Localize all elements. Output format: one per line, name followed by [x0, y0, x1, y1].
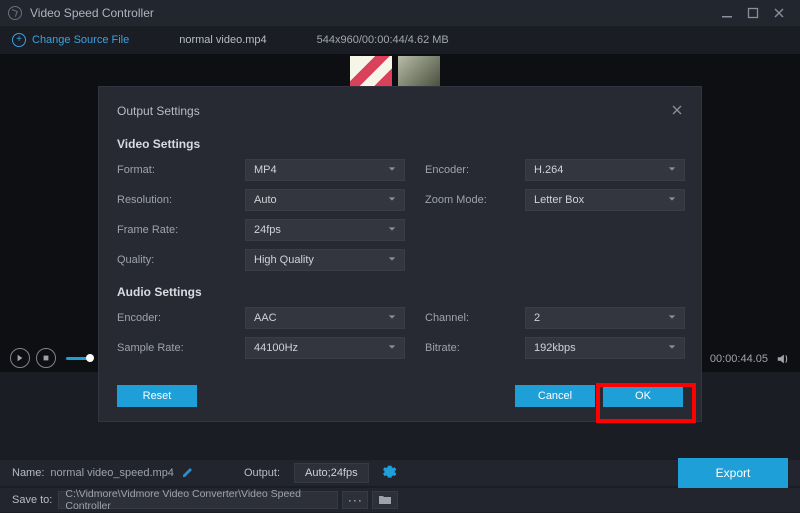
chevron-down-icon	[668, 342, 676, 354]
saveto-path[interactable]: C:\Vidmore\Vidmore Video Converter\Video…	[58, 491, 338, 509]
chevron-down-icon	[388, 342, 396, 354]
maximize-button[interactable]	[740, 4, 766, 22]
cancel-button[interactable]: Cancel	[515, 385, 595, 407]
audio-encoder-select[interactable]: AAC	[245, 307, 405, 329]
dialog-close-button[interactable]	[671, 104, 683, 119]
source-toolbar: + Change Source File normal video.mp4 54…	[0, 26, 800, 54]
output-settings-dialog: Output Settings Video Settings Format: M…	[98, 86, 702, 422]
browse-path-button[interactable]: ···	[342, 491, 368, 509]
chevron-down-icon	[668, 312, 676, 324]
change-source-button[interactable]: + Change Source File	[12, 33, 129, 47]
volume-icon[interactable]	[776, 352, 790, 366]
encoder-label: Encoder:	[425, 164, 505, 176]
zoom-mode-select[interactable]: Letter Box	[525, 189, 685, 211]
bottom-bar-2: Save to: C:\Vidmore\Vidmore Video Conver…	[0, 488, 800, 512]
chevron-down-icon	[388, 224, 396, 236]
samplerate-label: Sample Rate:	[117, 342, 225, 354]
change-source-label: Change Source File	[32, 34, 129, 46]
stop-button[interactable]	[36, 348, 56, 368]
player-controls	[10, 348, 90, 368]
output-label: Output:	[244, 467, 280, 479]
play-button[interactable]	[10, 348, 30, 368]
close-button[interactable]	[766, 4, 792, 22]
output-format-select[interactable]: Auto;24fps	[294, 463, 369, 483]
plus-circle-icon: +	[12, 33, 26, 47]
resolution-select[interactable]: Auto	[245, 189, 405, 211]
channel-select[interactable]: 2	[525, 307, 685, 329]
quality-select[interactable]: High Quality	[245, 249, 405, 271]
duration-text: 00:00:44.05	[710, 353, 768, 365]
chevron-down-icon	[388, 312, 396, 324]
app-title: Video Speed Controller	[30, 6, 154, 20]
name-value: normal video_speed.mp4	[50, 467, 174, 479]
audio-encoder-label: Encoder:	[117, 312, 225, 324]
thumbnail	[350, 56, 392, 86]
name-label: Name:	[12, 467, 44, 479]
format-label: Format:	[117, 164, 225, 176]
video-encoder-select[interactable]: H.264	[525, 159, 685, 181]
chevron-down-icon	[388, 254, 396, 266]
seek-slider[interactable]	[66, 357, 90, 360]
saveto-label: Save to:	[12, 494, 52, 506]
framerate-select[interactable]: 24fps	[245, 219, 405, 241]
thumbnail	[398, 56, 440, 86]
title-bar: Video Speed Controller	[0, 0, 800, 26]
player-right-info: 00:00:44.05	[710, 352, 790, 366]
output-settings-button[interactable]	[383, 465, 397, 482]
framerate-label: Frame Rate:	[117, 224, 225, 236]
dialog-title: Output Settings	[117, 104, 200, 118]
resolution-label: Resolution:	[117, 194, 225, 206]
app-logo-icon	[8, 6, 22, 20]
open-folder-button[interactable]	[372, 491, 398, 509]
thumbnail-strip	[350, 56, 440, 86]
minimize-button[interactable]	[714, 4, 740, 22]
quality-label: Quality:	[117, 254, 225, 266]
export-button[interactable]: Export	[678, 458, 788, 488]
chevron-down-icon	[388, 164, 396, 176]
edit-name-button[interactable]	[182, 466, 194, 481]
format-select[interactable]: MP4	[245, 159, 405, 181]
ok-button[interactable]: OK	[603, 385, 683, 407]
video-settings-heading: Video Settings	[117, 137, 683, 151]
chevron-down-icon	[668, 194, 676, 206]
source-fileinfo: 544x960/00:00:44/4.62 MB	[317, 34, 449, 46]
zoom-label: Zoom Mode:	[425, 194, 505, 206]
source-filename: normal video.mp4	[179, 34, 266, 46]
bitrate-select[interactable]: 192kbps	[525, 337, 685, 359]
reset-button[interactable]: Reset	[117, 385, 197, 407]
bitrate-label: Bitrate:	[425, 342, 505, 354]
chevron-down-icon	[388, 194, 396, 206]
channel-label: Channel:	[425, 312, 505, 324]
chevron-down-icon	[668, 164, 676, 176]
audio-settings-heading: Audio Settings	[117, 285, 683, 299]
samplerate-select[interactable]: 44100Hz	[245, 337, 405, 359]
